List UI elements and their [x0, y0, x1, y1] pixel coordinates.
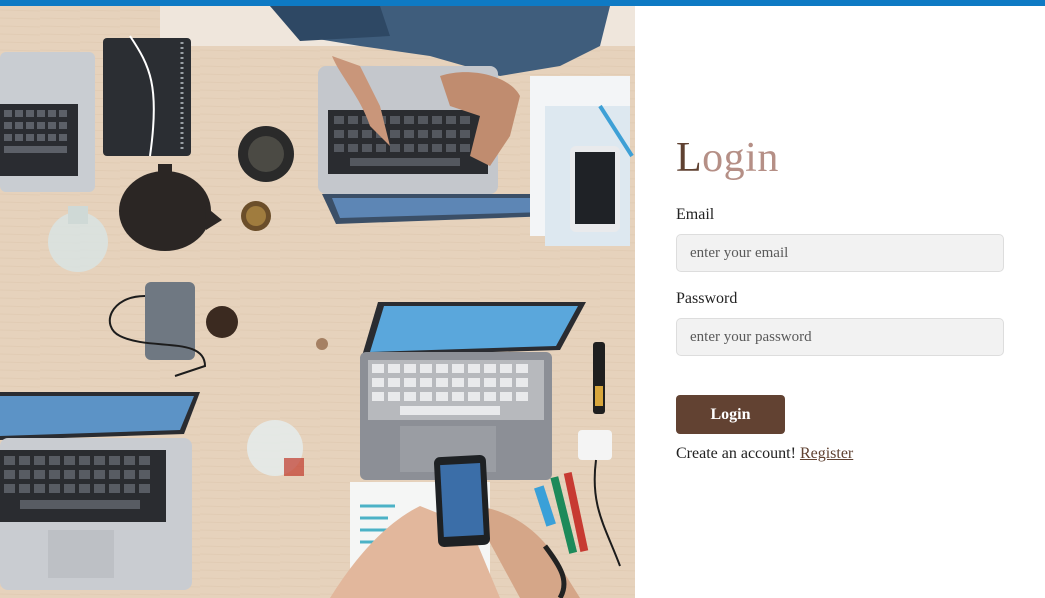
workspace-photo: [0, 6, 635, 598]
password-field[interactable]: [676, 318, 1004, 356]
register-link[interactable]: Register: [800, 445, 853, 462]
register-prompt: Create an account! Register: [676, 445, 853, 463]
email-field[interactable]: [676, 234, 1004, 272]
login-title-first-letter: L: [676, 135, 703, 181]
password-label: Password: [676, 290, 738, 307]
email-label: Email: [676, 206, 715, 223]
login-title-rest: ogin: [702, 135, 779, 181]
login-panel: Login Email Password Login Create an acc…: [635, 6, 1045, 598]
login-button[interactable]: Login: [676, 395, 785, 434]
login-title: Login: [676, 137, 779, 179]
register-prompt-text: Create an account!: [676, 445, 796, 462]
